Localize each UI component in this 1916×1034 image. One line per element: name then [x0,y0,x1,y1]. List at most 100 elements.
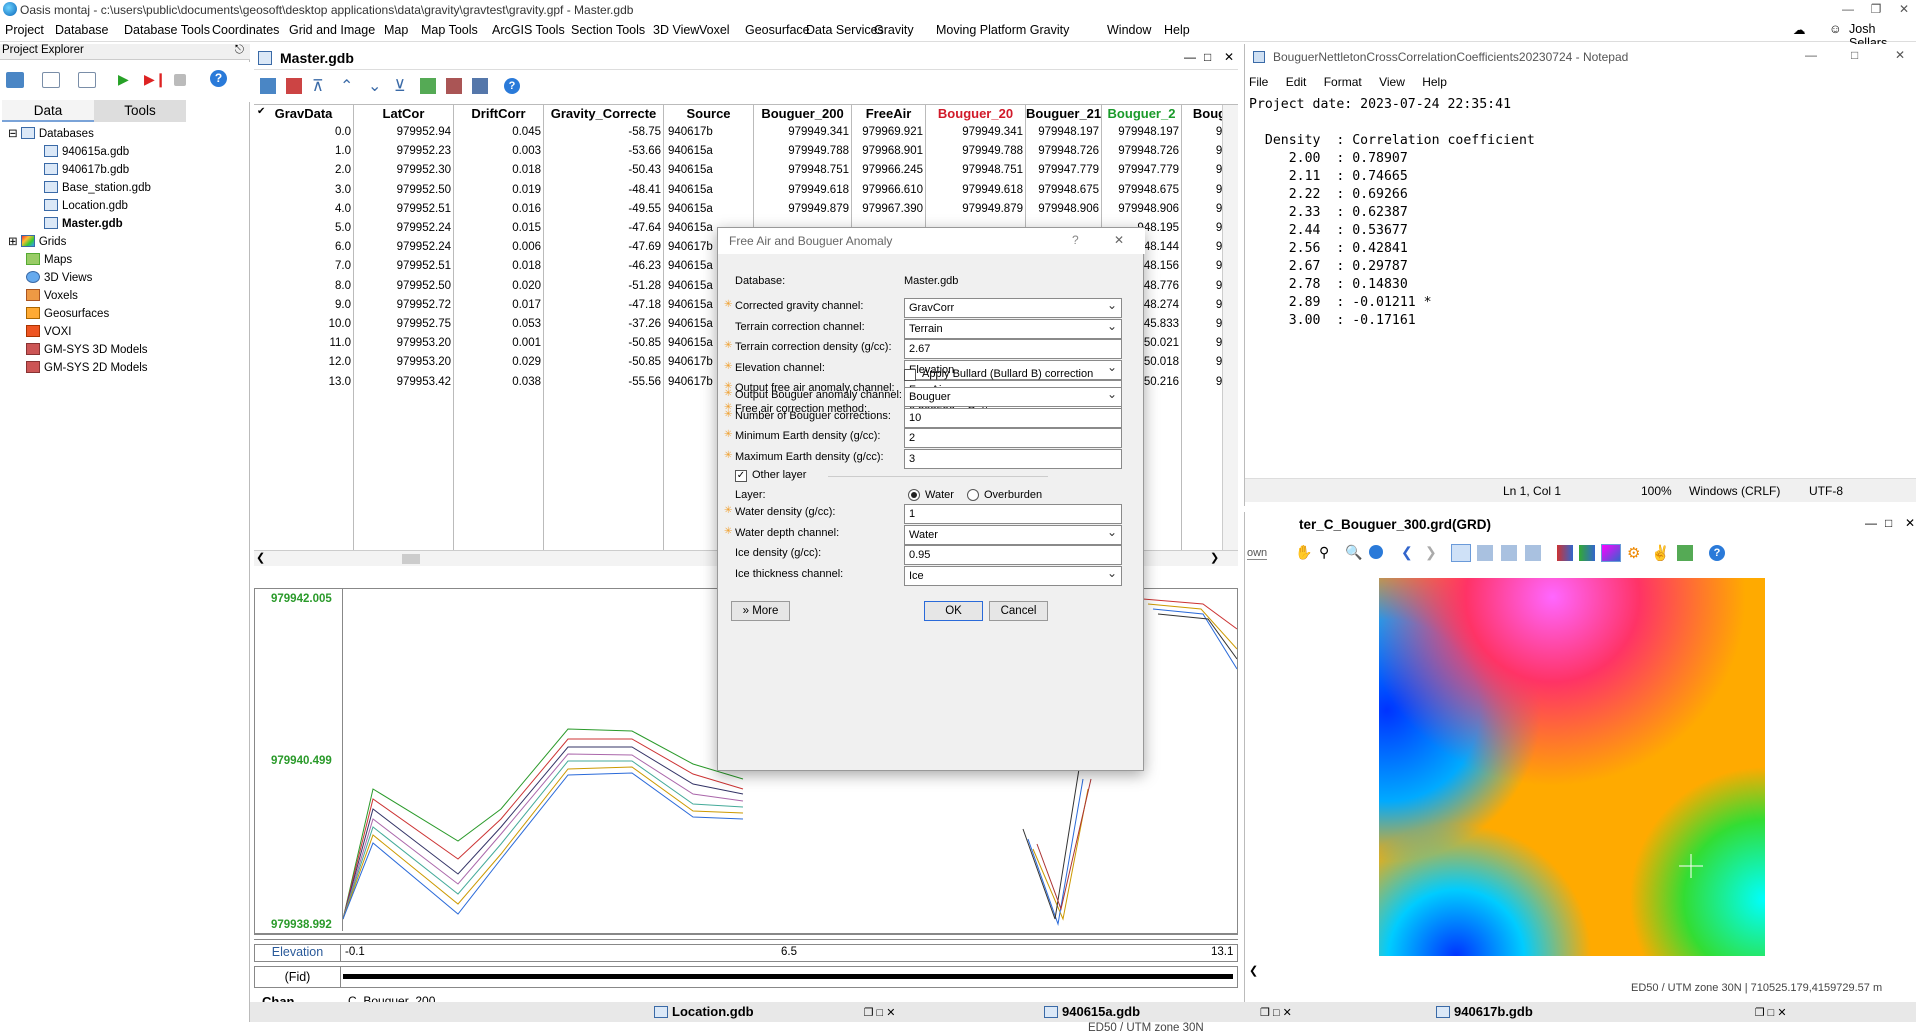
back-icon[interactable]: ❮ [1401,544,1413,561]
table-cell[interactable]: 940615a [664,161,754,180]
table-cell[interactable]: 5.0 [254,219,354,238]
tab-controls[interactable]: ❐ □ ✕ [1755,1007,1787,1019]
restore-button[interactable]: ❐ [1861,0,1891,18]
table-cell[interactable]: -47.64 [544,219,664,238]
tool-7-icon[interactable] [420,78,436,94]
column-header[interactable]: LatCor [354,105,454,122]
table-cell[interactable]: 0.0 [254,123,354,142]
column-header[interactable]: Bouguer_211 [1026,105,1102,122]
table-cell[interactable]: 979952.24 [354,219,454,238]
table-cell[interactable]: 979948.751 [754,161,852,180]
table-cell[interactable]: 979948.906 [1026,200,1102,219]
menu-coordinates[interactable]: Coordinates [212,23,279,37]
down-icon[interactable]: ⌄ [368,76,381,96]
tree-3dviews[interactable]: 3D Views [26,270,92,286]
table-cell[interactable]: 979948.906 [1102,200,1182,219]
table-cell[interactable]: 979953.20 [354,334,454,353]
gm-maximize-button[interactable]: □ [1885,516,1892,530]
menu-data-services[interactable]: Data Services [806,23,884,37]
table-cell[interactable]: -37.26 [544,315,664,334]
fid-bar[interactable] [343,974,1233,979]
table-cell[interactable]: 7.0 [254,257,354,276]
tab-controls[interactable]: ❐ □ ✕ [864,1007,896,1019]
menu-geosurface[interactable]: Geosurface [745,23,810,37]
table-cell[interactable]: 10.0 [254,315,354,334]
table-cell[interactable]: 979953.20 [354,353,454,372]
tab-controls[interactable]: ❐ □ ✕ [1260,1007,1292,1019]
other-layer-checkbox[interactable]: ✓ [735,470,747,482]
table-cell[interactable]: 979966.245 [852,161,926,180]
table-cell[interactable]: 979968.901 [852,142,926,161]
table-cell[interactable]: 979952.24 [354,238,454,257]
scroll-right-icon[interactable]: ❯ [1210,551,1219,564]
tool-9-icon[interactable] [472,78,488,94]
table-cell[interactable]: 0.018 [454,257,544,276]
table-cell[interactable]: 0.003 [454,142,544,161]
table-cell[interactable]: 979948.197 [1026,123,1102,142]
table-cell[interactable]: 6.0 [254,238,354,257]
table-cell[interactable]: 0.001 [454,334,544,353]
table-cell[interactable]: 979949.879 [926,200,1026,219]
table-cell[interactable]: 4.0 [254,200,354,219]
menu-grid-and-image[interactable]: Grid and Image [289,23,375,37]
table-cell[interactable]: 12.0 [254,353,354,372]
tree-gmsys2d[interactable]: GM-SYS 2D Models [26,360,148,376]
column-header[interactable]: DriftCorr [454,105,544,122]
tool-1-icon[interactable] [260,78,276,94]
first-row-icon[interactable]: ⊼ [312,76,324,96]
table-cell[interactable]: 0.015 [454,219,544,238]
close-button[interactable]: ✕ [1889,0,1916,18]
tool-2-icon[interactable] [286,78,302,94]
field-input[interactable]: 10 [904,407,1122,428]
new-database-icon[interactable] [42,72,60,88]
table-cell[interactable]: 0.020 [454,277,544,296]
table-cell[interactable]: 979952.23 [354,142,454,161]
bouguer-grid-image[interactable] [1379,578,1765,956]
table-cell[interactable]: -50.85 [544,353,664,372]
table-cell[interactable]: 979948.726 [1102,142,1182,161]
minimize-button[interactable]: — [1833,0,1863,18]
field-select[interactable]: GravCorr [904,298,1122,318]
table-cell[interactable]: 0.017 [454,296,544,315]
tree-item-db-1[interactable]: 940617b.gdb [44,162,129,178]
help-icon[interactable]: ? [210,70,227,87]
forward-icon[interactable]: ❯ [1425,544,1437,561]
field-select[interactable]: Bouguer [904,387,1122,407]
select-all-icon[interactable]: ✔ [257,106,265,117]
notifications-icon[interactable]: ☁ [1793,22,1806,37]
column-header[interactable]: Bouguer_2 [1102,105,1182,122]
menu-gravity[interactable]: Gravity [874,23,914,37]
table-cell[interactable]: 979952.30 [354,161,454,180]
layout-2-icon[interactable] [1477,545,1493,561]
gm-help-icon[interactable]: ? [1709,545,1725,561]
layout-3-icon[interactable] [1501,545,1517,561]
stop-icon[interactable] [174,74,186,86]
menu-window[interactable]: Window [1107,23,1151,37]
table-cell[interactable]: 979952.50 [354,277,454,296]
export-icon[interactable] [1677,545,1693,561]
table-cell[interactable]: 940615a [664,142,754,161]
table-cell[interactable]: -58.75 [544,123,664,142]
db-minimize-button[interactable]: — [1184,50,1196,64]
bullard-checkbox[interactable] [904,369,916,381]
table-cell[interactable]: 979947.779 [1026,161,1102,180]
table-cell[interactable]: -46.23 [544,257,664,276]
table-cell[interactable]: -47.69 [544,238,664,257]
table-cell[interactable]: 979948.197 [1102,123,1182,142]
db-maximize-button[interactable]: □ [1204,50,1211,64]
table-cell[interactable]: -53.66 [544,142,664,161]
np-menu-file[interactable]: File [1249,75,1268,89]
profile-divider[interactable] [254,934,1238,940]
column-header[interactable]: Source [664,105,754,122]
tree-item-db-2[interactable]: Base_station.gdb [44,180,151,196]
table-cell[interactable]: 979949.618 [754,181,852,200]
table-cell[interactable]: 979952.75 [354,315,454,334]
table-cell[interactable]: 11.0 [254,334,354,353]
table-cell[interactable]: 0.053 [454,315,544,334]
zoom-box-icon[interactable]: ⚲ [1319,544,1329,561]
np-maximize-button[interactable]: □ [1851,48,1858,62]
last-row-icon[interactable]: ⊻ [394,76,406,96]
layout-1-icon[interactable] [1451,544,1471,562]
table-cell[interactable]: 1.0 [254,142,354,161]
menu-3d-view[interactable]: 3D View [653,23,699,37]
